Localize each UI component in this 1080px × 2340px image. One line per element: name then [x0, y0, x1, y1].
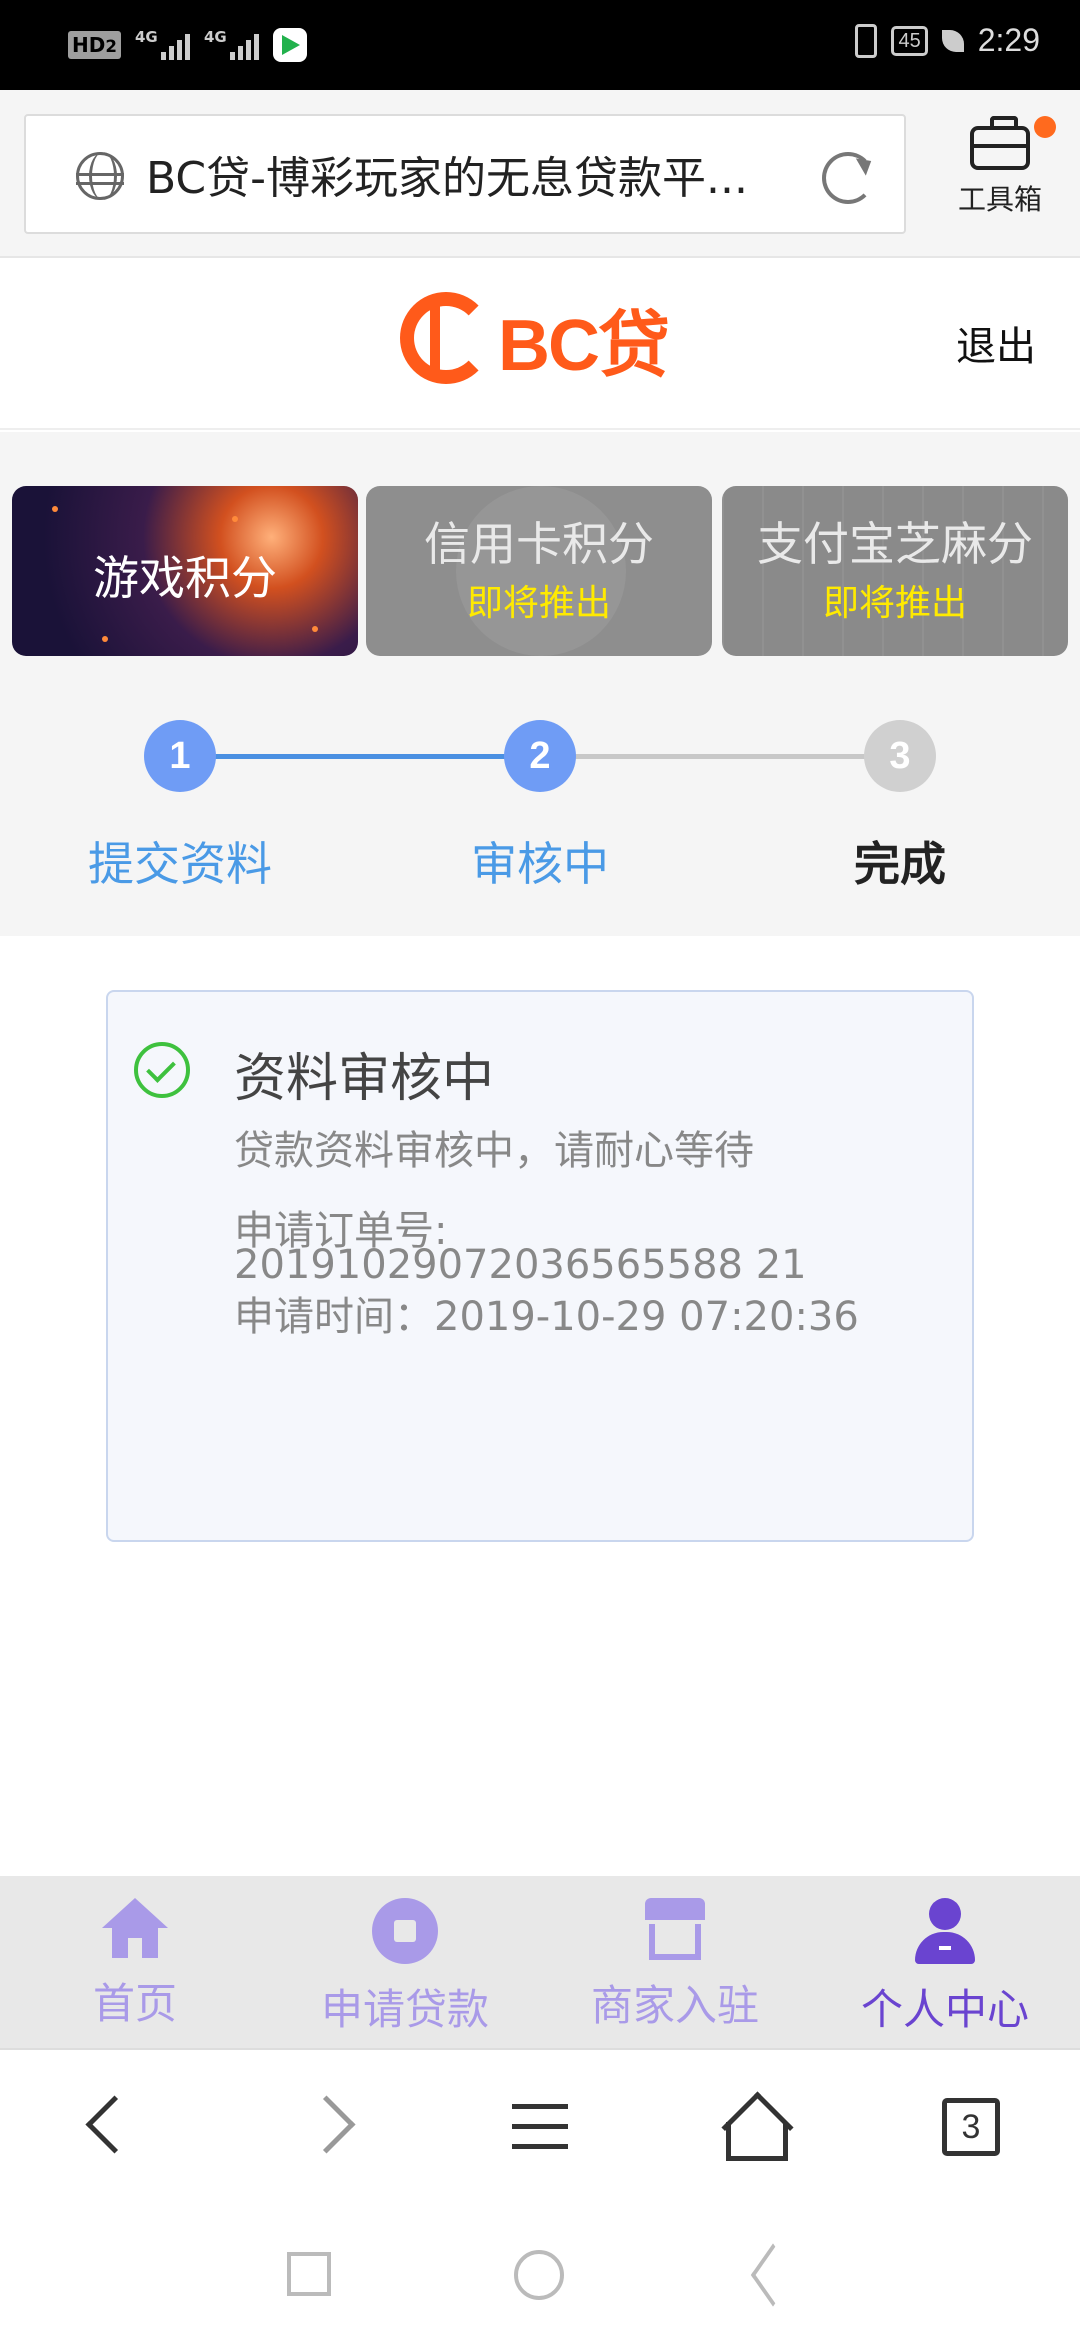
card-title: 游戏积分	[93, 551, 277, 605]
review-message: 贷款资料审核中，请耐心等待	[234, 1128, 754, 1174]
tabs-button[interactable]: 3	[942, 2098, 1000, 2156]
browser-toolbar: BC贷-博彩玩家的无息贷款平... 工具箱	[0, 90, 1080, 258]
bottom-nav: 首页 申请贷款 商家入驻 个人中心	[0, 1876, 1080, 2050]
nav-label: 申请贷款	[320, 1985, 489, 2034]
address-bar[interactable]: BC贷-博彩玩家的无息贷款平...	[24, 114, 906, 234]
card-game-points[interactable]: 游戏积分	[12, 486, 358, 656]
system-navigation	[0, 2202, 1080, 2340]
step-2-label: 审核中	[471, 837, 609, 891]
browser-home-icon[interactable]	[720, 2092, 790, 2162]
card-title: 支付宝芝麻分	[757, 517, 1033, 571]
progress-steps: 1 2 3 提交资料 审核中 完成	[0, 710, 1080, 910]
nav-profile[interactable]: 个人中心	[810, 1898, 1080, 2037]
loan-type-section: 游戏积分 信用卡积分 即将推出 支付宝芝麻分 即将推出 1 2 3 提交资料 审…	[0, 432, 1080, 936]
logout-button[interactable]: 退出	[956, 314, 1036, 372]
signal-icon: 4G	[135, 28, 190, 60]
nav-label: 商家入驻	[590, 1981, 759, 2030]
power-save-icon	[941, 29, 964, 52]
status-left: HD2 4G 4G	[68, 28, 307, 62]
step-3-label: 完成	[854, 837, 946, 891]
home-icon	[102, 1898, 168, 1958]
battery-icon: 45	[891, 25, 928, 56]
nav-label: 首页	[92, 1979, 177, 2028]
toolbox-label: 工具箱	[957, 183, 1042, 216]
briefcase-icon	[970, 116, 1030, 170]
back-icon[interactable]	[72, 2092, 142, 2162]
menu-icon[interactable]	[504, 2092, 574, 2162]
card-coming-soon: 即将推出	[822, 583, 967, 624]
step-3-circle: 3	[864, 720, 936, 792]
card-alipay-sesame[interactable]: 支付宝芝麻分 即将推出	[722, 486, 1068, 656]
step-2-circle: 2	[504, 720, 576, 792]
page-title-url[interactable]: BC贷-博彩玩家的无息贷款平...	[146, 142, 826, 206]
status-bar: HD2 4G 4G 45 2:29	[0, 0, 1080, 90]
apply-time: 申请时间：2019-10-29 07:20:36	[234, 1294, 859, 1340]
nav-label: 个人中心	[860, 1985, 1029, 2034]
status-right: 45 2:29	[855, 22, 1040, 59]
forward-icon[interactable]	[300, 2092, 370, 2162]
bc-logo: BC贷	[400, 290, 670, 386]
step-1-label: 提交资料	[88, 837, 272, 891]
toolbox-button[interactable]: 工具箱	[950, 116, 1056, 218]
shop-icon	[645, 1898, 705, 1960]
browser-navigation: 3	[0, 2052, 1080, 2202]
status-time: 2:29	[977, 22, 1040, 58]
step-connector-active	[180, 754, 540, 759]
nav-merchant[interactable]: 商家入驻	[540, 1898, 810, 2033]
user-icon	[912, 1898, 978, 1964]
logo-mark-icon	[400, 292, 492, 384]
play-app-icon	[272, 28, 307, 62]
app-header: BC贷 退出	[0, 258, 1080, 430]
nav-home[interactable]: 首页	[0, 1898, 270, 2031]
step-connector-inactive	[540, 754, 900, 759]
globe-icon	[76, 152, 124, 200]
card-coming-soon: 即将推出	[466, 583, 611, 624]
reload-icon[interactable]	[822, 152, 874, 204]
review-status-panel: 资料审核中 贷款资料审核中，请耐心等待 申请订单号: 2019102907203…	[106, 990, 974, 1542]
back-triangle-icon[interactable]	[744, 2250, 792, 2302]
order-number: 20191029072036565588 21	[234, 1242, 807, 1288]
hd-badge: HD2	[68, 31, 121, 59]
check-circle-icon	[134, 1042, 190, 1098]
card-credit-points[interactable]: 信用卡积分 即将推出	[366, 486, 712, 656]
step-1-circle: 1	[144, 720, 216, 792]
panel-title: 资料审核中	[234, 1049, 495, 1109]
vibrate-icon	[855, 23, 878, 58]
notification-dot	[1034, 116, 1056, 138]
signal-icon-2: 4G	[204, 28, 259, 60]
logo-text: BC贷	[498, 305, 670, 386]
card-title: 信用卡积分	[424, 517, 654, 571]
recents-icon[interactable]	[287, 2252, 331, 2296]
apply-loan-icon	[372, 1898, 438, 1964]
nav-apply-loan[interactable]: 申请贷款	[270, 1898, 540, 2037]
home-circle-icon[interactable]	[514, 2250, 564, 2300]
